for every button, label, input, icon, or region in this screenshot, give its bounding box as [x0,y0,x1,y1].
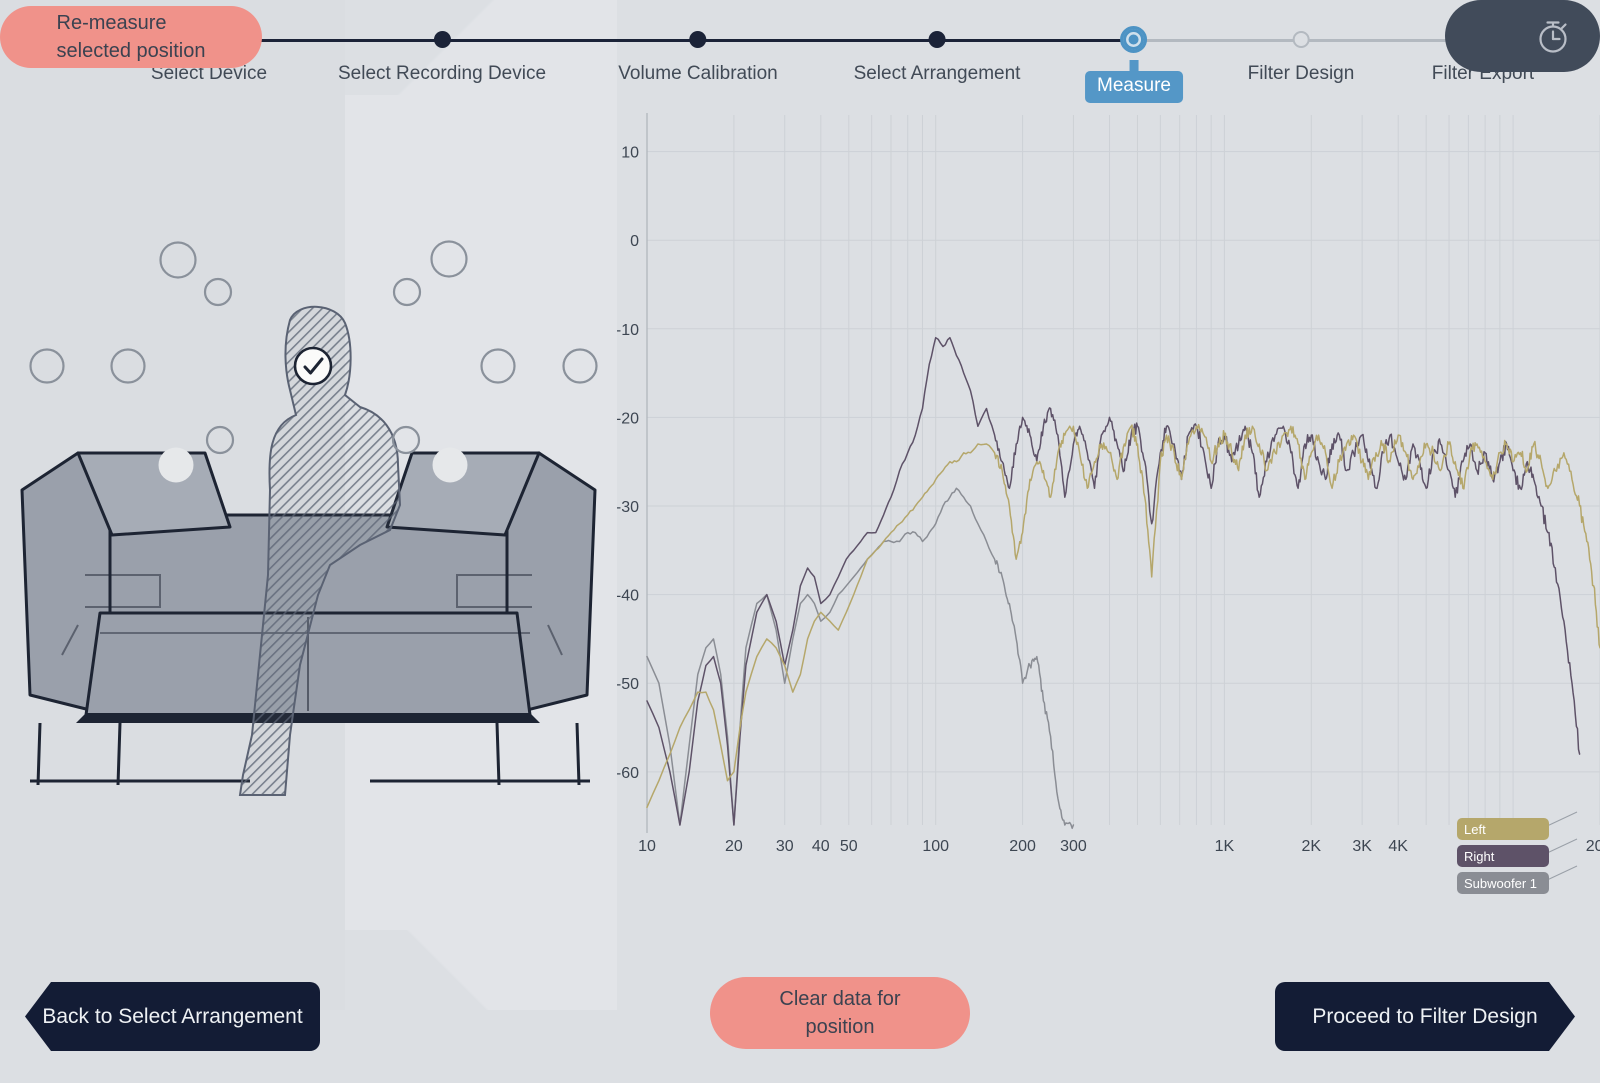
chart-y-tick-label: -10 [617,322,639,339]
chart-y-tick-label: -30 [617,499,639,516]
stepper-step-select-recording-device[interactable]: Select Recording Device [338,0,546,85]
stepper-label: Filter Design [1247,63,1355,84]
remeasure-line-1: Re-measure [56,11,167,34]
remeasure-timer-button[interactable] [1445,0,1600,72]
measurement-position-4[interactable] [29,348,65,384]
stepper-step-volume-calibration[interactable]: Volume Calibration [618,0,778,85]
legend-leader-line [1544,811,1578,828]
measurement-position-7[interactable] [562,348,598,384]
chart-x-tick-label: 1K [1215,838,1235,855]
room-illustration-svg [20,240,598,796]
chart-x-tick-label: 4K [1388,838,1408,855]
measurement-position-selected[interactable] [293,346,333,386]
chart-y-tick-label: -50 [617,676,639,693]
measurement-position-9[interactable] [391,425,421,455]
stepper-step-filter-design[interactable]: Filter Design [1247,0,1355,85]
frequency-response-chart[interactable]: 10 0 -10 -20 -30 -40 -50 -60 10 20 30 40 50 100 200 300… [617,100,1600,920]
stepper-label: Measure [1085,71,1183,103]
proceed-to-filter-design-button[interactable]: Proceed to Filter Design [1275,982,1575,1051]
stepper-dot [689,31,707,48]
chart-y-tick-label: -40 [617,588,639,605]
measurement-position-8[interactable] [205,425,235,455]
clear-line-2: position [805,1016,875,1038]
app-root: ? Select DeviceSelect Recording DeviceVo… [0,0,1600,1083]
stepper-label: Volume Calibration [618,63,778,84]
clear-data-for-position-button[interactable]: Clear data for position [710,977,970,1049]
stepper-dot [928,31,946,48]
measurement-position-6[interactable] [480,348,516,384]
stepper-label: Select Recording Device [337,63,547,84]
chart-x-tick-label: 300 [1060,838,1087,855]
measurement-position-0[interactable] [159,241,197,279]
chart-x-tick-label: 2K [1302,838,1322,855]
chart-series-right [646,336,1581,826]
chart-y-tick-label: 0 [630,233,639,250]
chart-x-tick-label: 20K [1586,838,1600,855]
chart-y-tick-label: -60 [617,765,639,782]
stepper-dot [1120,26,1148,53]
chart-series-subwoofer-1 [646,487,1075,830]
chart-x-tick-label: 100 [922,838,949,855]
chart-x-tick-label: 3K [1352,838,1372,855]
measurement-position-2[interactable] [392,277,422,307]
chart-x-tick-label: 20 [725,838,743,855]
legend-leader-line [1544,838,1578,855]
clear-label: Clear data for position [779,985,900,1042]
listening-position-diagram [0,95,617,960]
progress-stepper: Select Device Select Recording Device Volu… [151,0,1590,103]
back-to-select-arrangement-button[interactable]: Back to Select Arrangement [25,982,320,1051]
remeasure-label: Re-measure selected position [57,9,206,66]
clear-line-1: Clear data for [779,987,901,1010]
chart-x-tick-label: 200 [1009,838,1036,855]
chart-y-tick-label: 10 [621,145,639,162]
measurement-position-5[interactable] [110,348,146,384]
measurement-position-10[interactable] [158,447,194,483]
stopwatch-icon [1539,21,1567,53]
measurement-position-3[interactable] [430,240,468,278]
remeasure-line-2: selected position [56,40,206,62]
chart-x-tick-label: 30 [776,838,794,855]
chart-x-tick-label: 40 [812,838,830,855]
stepper-step-measure[interactable]: Measure [1085,0,1183,103]
chart-x-tick-label: 50 [840,838,858,855]
measurement-position-11[interactable] [432,447,468,483]
legend-leader-line [1544,865,1578,882]
frequency-response-plot: 100-10-20-30-40-50-6010 20 30 40 50 100 200 300… [617,113,1600,894]
stepper-dot [433,31,451,48]
legend-label-0: Left [1464,822,1486,837]
measurement-position-1[interactable] [203,277,233,307]
remeasure-selected-position-button[interactable]: Re-measure selected position [0,6,262,68]
legend-label-2: Subwoofer 1 [1464,876,1537,891]
stepper-label: Select Arrangement [853,63,1021,84]
stepper-step-select-arrangement[interactable]: Select Arrangement [853,0,1021,85]
stepper-dot [1292,31,1310,48]
chart-y-tick-label: -20 [617,410,639,427]
legend-label-1: Right [1464,849,1495,864]
chart-x-tick-label: 10 [638,838,656,855]
chart-series-left [646,423,1600,809]
